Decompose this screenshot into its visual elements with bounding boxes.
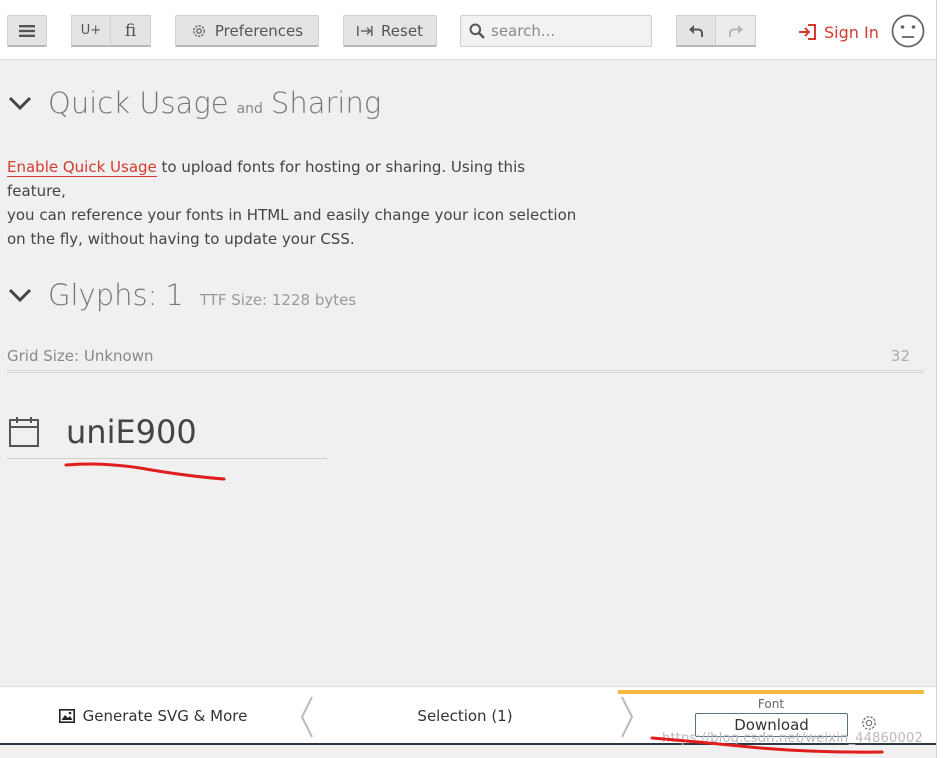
reset-label: Reset bbox=[381, 21, 423, 40]
ligature-button[interactable]: fi bbox=[111, 15, 151, 47]
calendar-icon bbox=[9, 416, 39, 447]
grid-size-label[interactable]: Grid Size: Unknown bbox=[7, 347, 154, 370]
ttf-size: TTF Size: 1228 bytes bbox=[199, 291, 357, 309]
glyphs-count: 1 bbox=[165, 278, 184, 312]
search-icon bbox=[469, 23, 485, 39]
redo-icon bbox=[728, 24, 743, 37]
undo-icon bbox=[689, 24, 703, 37]
reset-button[interactable]: Reset bbox=[343, 15, 437, 47]
underline-mark-glyph bbox=[64, 462, 226, 481]
image-icon bbox=[58, 709, 75, 723]
quick-usage-description: Enable Quick Usage to upload fonts for h… bbox=[7, 155, 587, 251]
grid-size-row: Grid Size: Unknown 32 bbox=[7, 347, 924, 373]
selection-label: Selection (1) bbox=[417, 707, 513, 725]
generate-svg-label: Generate SVG & More bbox=[82, 707, 248, 725]
history-group bbox=[676, 15, 756, 47]
description-line3: on the fly, without having to update you… bbox=[7, 230, 355, 248]
glyph-name[interactable]: uniE900 bbox=[66, 413, 197, 451]
hamburger-icon bbox=[19, 24, 35, 37]
selection-tab[interactable]: Selection (1) bbox=[318, 687, 612, 745]
watermark: https://blog.csdn.net/weixin_44860002 bbox=[662, 731, 923, 746]
ligature-label: fi bbox=[124, 20, 137, 41]
unicode-label: U+ bbox=[80, 23, 102, 38]
sign-in-link[interactable]: Sign In bbox=[798, 18, 879, 46]
redo-button[interactable] bbox=[716, 15, 756, 47]
preferences-label: Preferences bbox=[214, 21, 304, 40]
glyphs-header[interactable]: Glyphs: 1 TTF Size: 1228 bytes bbox=[8, 278, 356, 312]
gear-icon bbox=[192, 24, 205, 37]
preferences-button[interactable]: Preferences bbox=[175, 15, 319, 47]
undo-button[interactable] bbox=[676, 15, 716, 47]
avatar-face-icon[interactable] bbox=[891, 14, 925, 48]
top-toolbar: U+ fi Preferences Reset Sign In bbox=[0, 0, 936, 60]
generate-svg-button[interactable]: Generate SVG & More bbox=[8, 687, 298, 745]
quick-usage-title-sharing: Sharing bbox=[270, 86, 382, 120]
sign-in-label: Sign In bbox=[824, 22, 879, 42]
sign-in-icon bbox=[799, 24, 816, 40]
reset-icon bbox=[357, 25, 373, 36]
chevron-down-icon bbox=[8, 288, 32, 303]
window-edge bbox=[936, 0, 943, 758]
search-input[interactable] bbox=[491, 22, 641, 40]
grid-size-value: 32 bbox=[890, 347, 910, 365]
glyph-mode-group: U+ fi bbox=[71, 15, 151, 47]
gear-icon[interactable] bbox=[860, 714, 878, 732]
font-label: Font bbox=[757, 697, 785, 711]
description-line2: you can reference your fonts in HTML and… bbox=[7, 206, 577, 224]
enable-quick-usage-link[interactable]: Enable Quick Usage bbox=[7, 158, 157, 177]
chevron-down-icon bbox=[8, 96, 32, 111]
quick-usage-header[interactable]: Quick Usage and Sharing bbox=[8, 86, 381, 120]
unicode-button[interactable]: U+ bbox=[71, 15, 111, 47]
glyphs-title: Glyphs: bbox=[48, 278, 158, 312]
quick-usage-and: and bbox=[236, 101, 263, 117]
quick-usage-title: Quick Usage bbox=[48, 86, 229, 120]
menu-button[interactable] bbox=[7, 15, 47, 47]
glyph-item[interactable]: uniE900 bbox=[7, 405, 327, 459]
search-box bbox=[460, 15, 652, 47]
chevron-left-icon bbox=[300, 696, 313, 738]
